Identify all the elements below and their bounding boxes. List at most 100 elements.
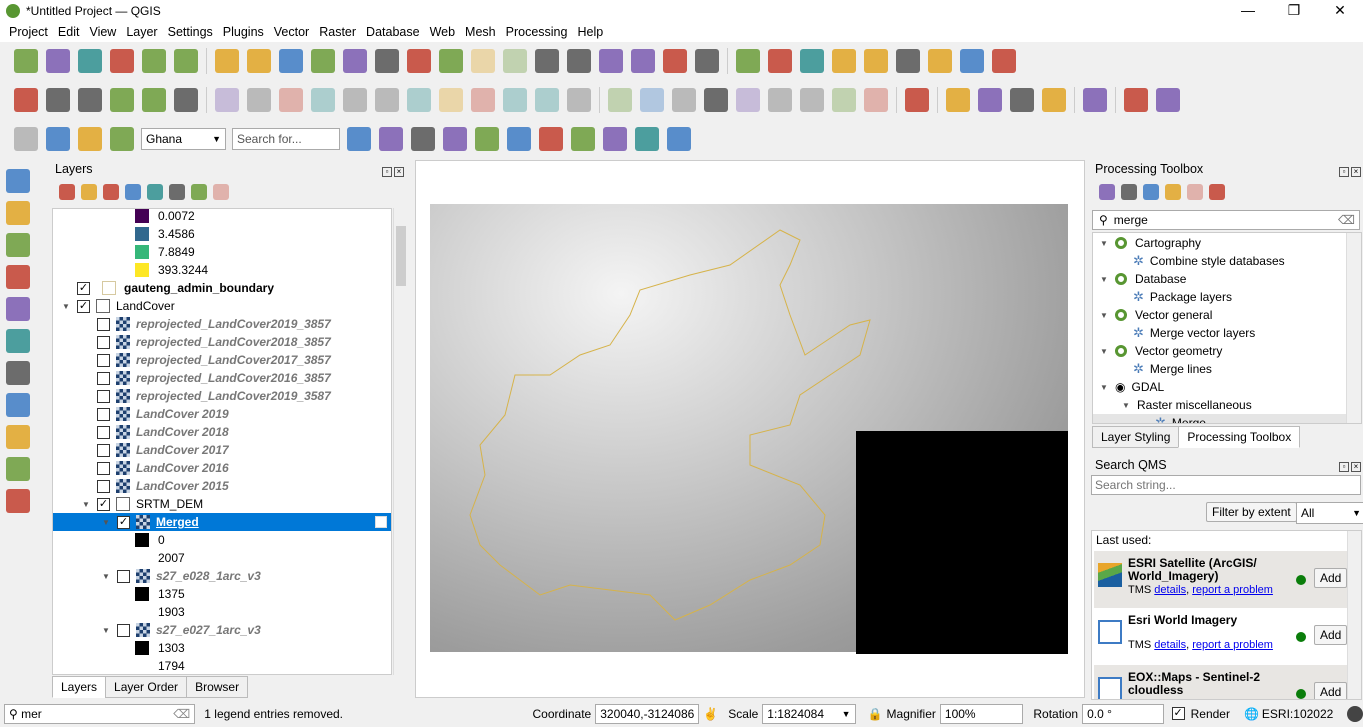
show-bookmarks-icon[interactable] (631, 49, 655, 73)
processing-tree-scrollbar[interactable] (1346, 233, 1361, 423)
zoom-next-icon[interactable] (503, 49, 527, 73)
layer-diagram-icon[interactable] (704, 88, 728, 112)
provider-item[interactable]: ▼ ◉ GDAL (1099, 378, 1164, 396)
clear-icon[interactable]: ⌫ (173, 705, 190, 723)
crs-button[interactable]: ESRI:102022 (1262, 707, 1333, 721)
menu-web[interactable]: Web (425, 25, 460, 39)
profile-tool-icon[interactable] (379, 127, 403, 151)
expand-arrow-icon[interactable]: ▼ (1099, 275, 1109, 284)
current-edits-icon[interactable] (215, 88, 239, 112)
add-service-button[interactable]: Add (1314, 568, 1348, 588)
save-edits-icon[interactable] (279, 88, 303, 112)
collapse-all-icon[interactable] (191, 184, 207, 200)
visibility-checkbox[interactable] (97, 479, 110, 493)
layer-item[interactable]: LandCover 2016 (53, 459, 391, 477)
processing-toolbox-icon[interactable] (832, 49, 856, 73)
visibility-checkbox[interactable]: ✓ (117, 515, 130, 529)
layer-stack-icon[interactable] (571, 127, 595, 151)
python-console-icon[interactable] (475, 127, 499, 151)
menu-mesh[interactable]: Mesh (460, 25, 501, 39)
plugin-b-icon[interactable] (1156, 88, 1180, 112)
select-icon[interactable] (960, 49, 984, 73)
layer-item[interactable]: ▼ s27_e028_1arc_v3 (53, 567, 391, 585)
undo-icon[interactable] (535, 88, 559, 112)
add-spatialite-icon[interactable] (6, 297, 30, 321)
layer-item[interactable]: reprojected_LandCover2019_3857 (53, 315, 391, 333)
crs-globe-icon[interactable]: 🌐 (1244, 707, 1259, 721)
add-wms-icon[interactable] (6, 361, 30, 385)
tab-layer-styling[interactable]: Layer Styling (1092, 426, 1180, 448)
new-print-layout-icon[interactable] (110, 49, 134, 73)
help-icon[interactable] (1083, 88, 1107, 112)
visibility-checkbox[interactable] (117, 569, 130, 583)
menu-layer[interactable]: Layer (121, 25, 162, 39)
select-location-icon[interactable] (110, 127, 134, 151)
new-virtual-layer-icon[interactable] (174, 88, 198, 112)
tab-layers[interactable]: Layers (52, 676, 107, 698)
tab-processing-toolbox[interactable]: Processing Toolbox (1178, 426, 1301, 448)
visibility-checkbox[interactable]: ✓ (77, 281, 90, 295)
style-icon[interactable] (59, 184, 75, 200)
menu-help[interactable]: Help (572, 25, 608, 39)
report-problem-link[interactable]: report a problem (1192, 584, 1273, 596)
details-link[interactable]: details (1154, 584, 1186, 596)
select-by-value-icon[interactable] (78, 127, 102, 151)
layout-manager-icon[interactable] (142, 49, 166, 73)
add-xyz-icon[interactable] (6, 457, 30, 481)
deselect-icon[interactable] (46, 127, 70, 151)
plugin-orange-icon[interactable] (667, 127, 691, 151)
identify-icon[interactable] (736, 49, 760, 73)
modify-attributes-icon[interactable] (375, 88, 399, 112)
bookmark-icon[interactable] (599, 49, 623, 73)
layer-item[interactable]: LandCover 2019 (53, 405, 391, 423)
filter-by-extent-button[interactable]: Filter by extent (1206, 502, 1297, 522)
expand-arrow-icon[interactable]: ▼ (1121, 401, 1131, 410)
plugin-folder-icon[interactable] (539, 127, 563, 151)
processing-search-input[interactable]: ⚲ merge ⌫ (1092, 210, 1360, 230)
data-source-manager-icon[interactable] (14, 88, 38, 112)
add-vector-layer-icon[interactable] (6, 169, 30, 193)
algorithm-item[interactable]: ✲ Merge (1093, 414, 1348, 423)
details-link[interactable]: details (1154, 639, 1186, 651)
edit-features-in-place-icon[interactable] (1187, 184, 1203, 200)
plugin-a-icon[interactable] (1124, 88, 1148, 112)
visibility-checkbox[interactable] (97, 317, 110, 331)
select-features-icon[interactable] (14, 127, 38, 151)
geosearch-icon[interactable] (347, 127, 371, 151)
expand-arrow-icon[interactable]: ▼ (1099, 383, 1109, 392)
refresh-icon[interactable] (695, 49, 719, 73)
provider-item[interactable]: ▼ Vector general (1099, 306, 1212, 324)
add-mesh-layer-icon[interactable] (6, 233, 30, 257)
menu-raster[interactable]: Raster (314, 25, 361, 39)
report-problem-link[interactable]: report a problem (1192, 639, 1273, 651)
pin-labels-icon[interactable] (736, 88, 760, 112)
expand-arrow-icon[interactable]: ▼ (1099, 311, 1109, 320)
close-panel-button[interactable]: × (1351, 462, 1361, 472)
new-map-view-icon[interactable] (535, 49, 559, 73)
add-postgis-icon[interactable] (6, 329, 30, 353)
layer-item[interactable]: LandCover 2018 (53, 423, 391, 441)
menu-plugins[interactable]: Plugins (218, 25, 269, 39)
expression-filter-icon[interactable] (147, 184, 163, 200)
new-shapefile-icon[interactable] (78, 88, 102, 112)
coordinate-field[interactable]: 320040,-3124086 (595, 703, 700, 724)
tab-layer-order[interactable]: Layer Order (105, 676, 188, 698)
expand-arrow-icon[interactable]: ▼ (101, 572, 111, 581)
copy-icon[interactable] (471, 88, 495, 112)
layer-labeling-icon[interactable] (672, 88, 696, 112)
expand-arrow-icon[interactable]: ▼ (101, 626, 111, 635)
add-arcgis-icon[interactable] (6, 489, 30, 513)
sld-icon[interactable] (443, 127, 467, 151)
layer-group[interactable]: ▼ ✓ SRTM_DEM (53, 495, 391, 513)
attribute-table-icon[interactable] (768, 49, 792, 73)
visibility-checkbox[interactable] (97, 389, 110, 403)
clear-icon[interactable]: ⌫ (1338, 213, 1355, 227)
change-label-icon[interactable] (864, 88, 888, 112)
add-feature-icon[interactable] (311, 88, 335, 112)
visibility-checkbox[interactable] (97, 407, 110, 421)
text-annotation-icon[interactable] (992, 49, 1016, 73)
visibility-checkbox[interactable] (97, 371, 110, 385)
statistics-icon[interactable] (864, 49, 888, 73)
tab-browser[interactable]: Browser (186, 676, 249, 698)
layer-tree-scrollbar[interactable] (393, 208, 408, 675)
